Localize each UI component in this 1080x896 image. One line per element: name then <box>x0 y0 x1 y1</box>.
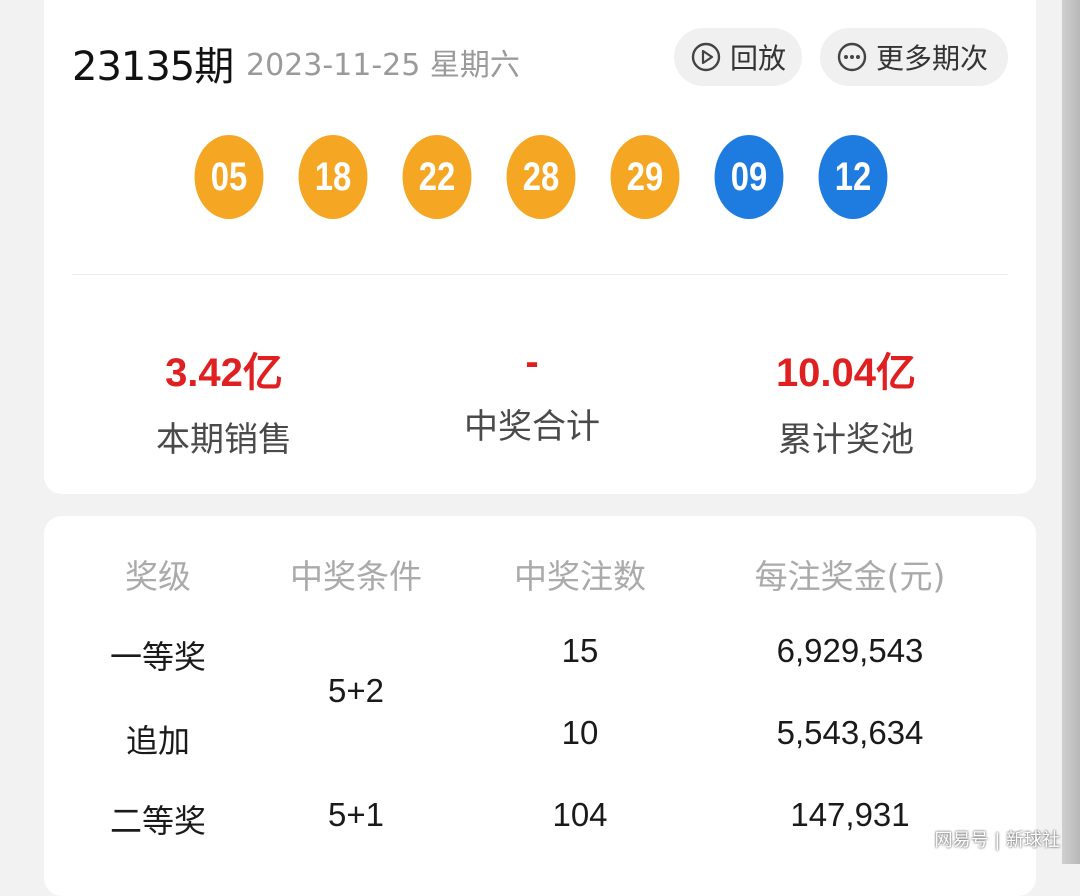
replay-label: 回放 <box>730 42 787 75</box>
back-ball: 12 <box>818 135 888 219</box>
sales-label: 本期销售 <box>156 420 292 460</box>
header-amount: 每注奖金(元) <box>754 557 946 596</box>
row-amount: 6,929,543 <box>776 632 924 669</box>
divider <box>72 274 1008 275</box>
more-dots-icon <box>837 42 867 72</box>
header-condition: 中奖条件 <box>290 557 422 596</box>
more-issues-button[interactable]: 更多期次 <box>820 28 1008 86</box>
front-ball: 28 <box>506 135 576 219</box>
row-count: 15 <box>561 632 599 669</box>
more-issues-label: 更多期次 <box>876 42 989 75</box>
row-condition: 5+1 <box>328 796 384 833</box>
total-prize-value: - <box>525 340 539 384</box>
stat-total-prize: - 中奖合计 <box>382 340 682 448</box>
sales-value: 3.42亿 <box>165 351 283 395</box>
row-count: 10 <box>561 714 599 751</box>
row-amount: 5,543,634 <box>776 714 924 751</box>
front-ball: 29 <box>610 135 680 219</box>
pool-label: 累计奖池 <box>778 420 914 460</box>
row-level: 二等奖 <box>109 802 206 840</box>
stat-sales: 3.42亿 本期销售 <box>74 340 374 461</box>
draw-date: 2023-11-25 星期六 <box>246 48 520 83</box>
row-condition: 5+2 <box>328 672 384 709</box>
front-ball: 18 <box>298 135 368 219</box>
front-ball: 05 <box>194 135 264 219</box>
header-count: 中奖注数 <box>514 557 646 596</box>
issue-number: 23135期 <box>72 44 234 90</box>
row-level: 追加 <box>125 722 190 760</box>
back-ball: 09 <box>714 135 784 219</box>
total-prize-label: 中奖合计 <box>464 407 600 447</box>
row-level: 一等奖 <box>109 638 206 676</box>
watermark: 网易号 | 新球社 <box>934 830 1060 851</box>
header-level: 奖级 <box>125 557 191 596</box>
stat-pool: 10.04亿 累计奖池 <box>696 340 996 461</box>
replay-button[interactable]: 回放 <box>674 28 802 86</box>
pool-value: 10.04亿 <box>775 351 917 395</box>
scroll-edge <box>1062 0 1080 864</box>
front-ball: 22 <box>402 135 472 219</box>
play-circle-icon <box>691 42 721 72</box>
row-count: 104 <box>552 796 608 833</box>
